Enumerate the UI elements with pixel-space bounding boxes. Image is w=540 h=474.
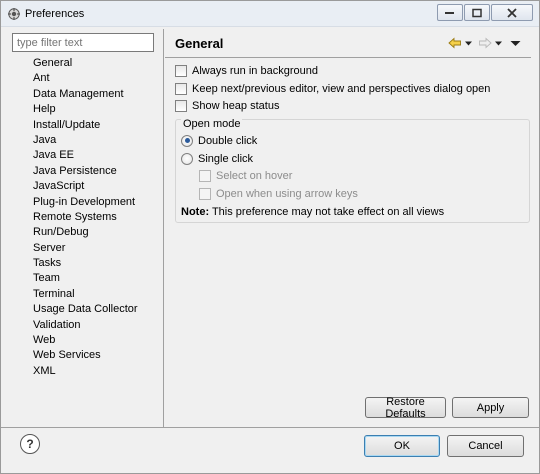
- open-mode-title: Open mode: [181, 118, 243, 130]
- tree-item-java-persistence[interactable]: Java Persistence: [25, 164, 157, 179]
- single-click-option[interactable]: Single click: [181, 151, 253, 166]
- back-dropdown-icon[interactable]: [464, 36, 473, 50]
- window-title: Preferences: [25, 8, 85, 20]
- keep-next-prev-label: Keep next/previous editor, view and pers…: [192, 82, 491, 95]
- open-arrow-keys-option[interactable]: Open when using arrow keys: [199, 186, 358, 201]
- preference-tree[interactable]: General Ant Data Management Help Install…: [25, 56, 157, 379]
- minimize-icon: [445, 11, 454, 14]
- show-heap-checkbox[interactable]: [175, 99, 187, 112]
- apply-button[interactable]: Apply: [452, 397, 529, 418]
- single-click-label: Single click: [198, 152, 254, 165]
- note-text: This preference may not take effect on a…: [209, 206, 445, 218]
- forward-dropdown-icon[interactable]: [494, 36, 503, 50]
- tree-item-xml[interactable]: XML: [25, 364, 157, 379]
- tree-item-tasks[interactable]: Tasks: [25, 256, 157, 271]
- cancel-button[interactable]: Cancel: [447, 435, 524, 457]
- restore-icon: [472, 8, 482, 17]
- single-click-radio[interactable]: [181, 152, 193, 165]
- page-navigation: [448, 36, 523, 50]
- restore-button[interactable]: [464, 4, 490, 21]
- filter-input[interactable]: [12, 33, 154, 52]
- preferences-window: Preferences General Ant Data Management …: [0, 0, 540, 474]
- tree-item-java[interactable]: Java: [25, 133, 157, 148]
- minimize-button[interactable]: [437, 4, 463, 21]
- tree-item-general[interactable]: General: [25, 56, 157, 71]
- tree-item-run-debug[interactable]: Run/Debug: [25, 225, 157, 240]
- title-bar: Preferences: [1, 1, 539, 27]
- tree-item-install-update[interactable]: Install/Update: [25, 118, 157, 133]
- select-on-hover-label: Select on hover: [216, 169, 293, 182]
- tree-item-ant[interactable]: Ant: [25, 71, 157, 86]
- show-heap-label: Show heap status: [192, 99, 280, 112]
- back-arrow-icon[interactable]: [448, 36, 462, 50]
- footer-separator: [1, 427, 539, 428]
- pane-divider[interactable]: [163, 29, 164, 427]
- tree-item-plugin-development[interactable]: Plug-in Development: [25, 195, 157, 210]
- close-icon: [507, 7, 517, 18]
- show-heap-option[interactable]: Show heap status: [175, 98, 279, 113]
- double-click-radio[interactable]: [181, 134, 193, 147]
- open-arrow-keys-label: Open when using arrow keys: [216, 187, 358, 200]
- tree-item-terminal[interactable]: Terminal: [25, 287, 157, 302]
- open-mode-note: Note: This preference may not take effec…: [181, 206, 444, 218]
- open-arrow-keys-checkbox[interactable]: [199, 187, 211, 200]
- close-button[interactable]: [491, 4, 533, 21]
- tree-item-java-ee[interactable]: Java EE: [25, 148, 157, 163]
- page-title: General: [175, 36, 224, 51]
- double-click-label: Double click: [198, 134, 258, 147]
- tree-item-usage-data-collector[interactable]: Usage Data Collector: [25, 302, 157, 317]
- tree-item-remote-systems[interactable]: Remote Systems: [25, 210, 157, 225]
- keep-next-prev-checkbox[interactable]: [175, 82, 187, 95]
- always-background-label: Always run in background: [192, 64, 318, 77]
- header-separator: [165, 57, 531, 58]
- select-on-hover-option[interactable]: Select on hover: [199, 168, 292, 183]
- keep-next-prev-option[interactable]: Keep next/previous editor, view and pers…: [175, 81, 490, 96]
- restore-defaults-button[interactable]: Restore Defaults: [365, 396, 446, 420]
- double-click-option[interactable]: Double click: [181, 133, 257, 148]
- tree-item-javascript[interactable]: JavaScript: [25, 179, 157, 194]
- eclipse-app-icon: [8, 8, 20, 20]
- window-controls: [436, 4, 533, 21]
- tree-item-web[interactable]: Web: [25, 333, 157, 348]
- always-background-option[interactable]: Always run in background: [175, 63, 318, 78]
- tree-item-help[interactable]: Help: [25, 102, 157, 117]
- view-menu-icon[interactable]: [510, 36, 521, 50]
- tree-item-web-services[interactable]: Web Services: [25, 348, 157, 363]
- tree-item-team[interactable]: Team: [25, 271, 157, 286]
- tree-item-data-management[interactable]: Data Management: [25, 87, 157, 102]
- always-background-checkbox[interactable]: [175, 64, 187, 77]
- select-on-hover-checkbox[interactable]: [199, 169, 211, 182]
- tree-item-validation[interactable]: Validation: [25, 318, 157, 333]
- note-label: Note:: [181, 206, 210, 218]
- ok-button[interactable]: OK: [364, 435, 440, 457]
- help-icon[interactable]: ?: [20, 434, 40, 454]
- forward-arrow-icon[interactable]: [478, 36, 492, 50]
- tree-item-server[interactable]: Server: [25, 241, 157, 256]
